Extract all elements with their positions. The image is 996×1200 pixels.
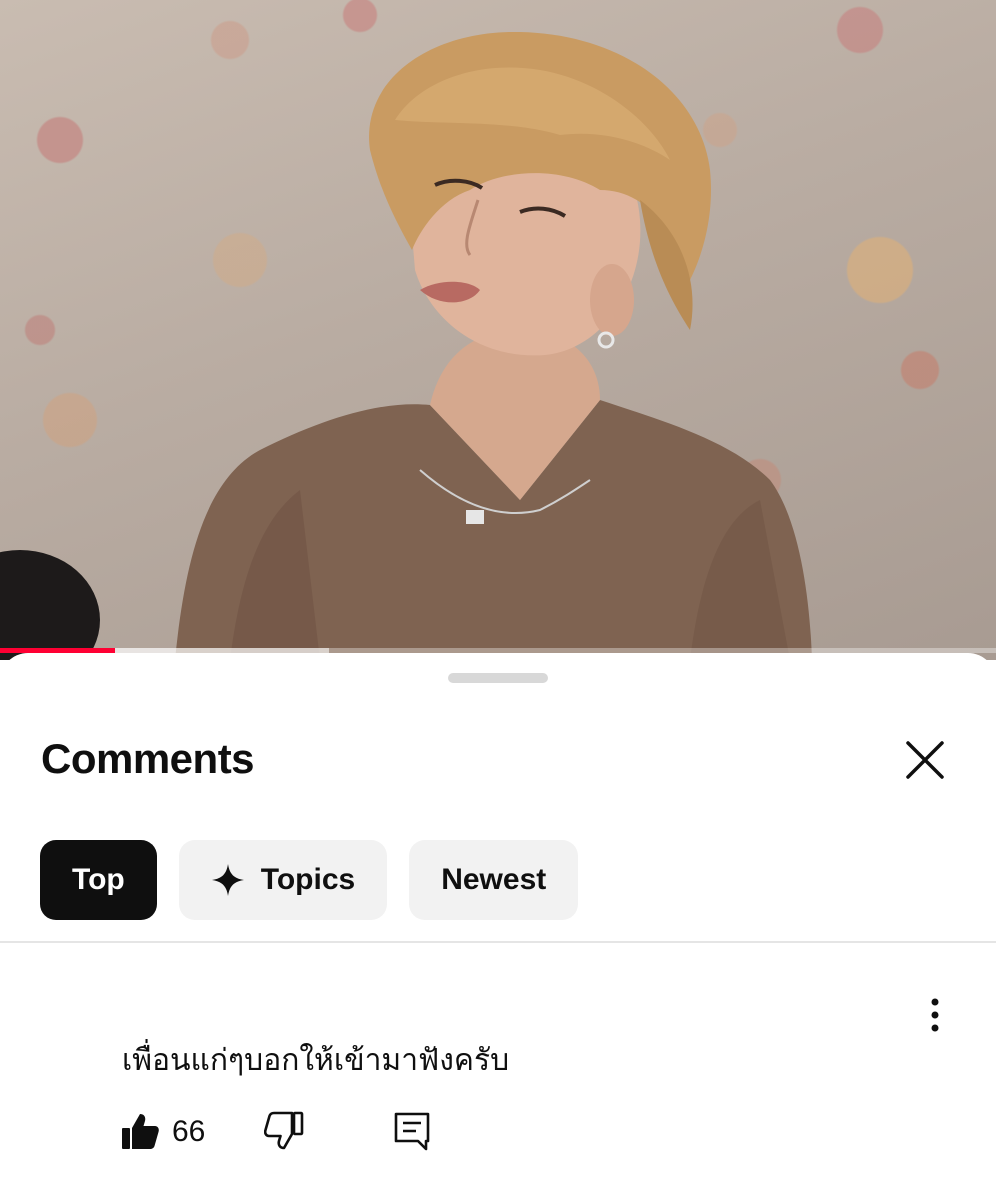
like-count: 66	[172, 1115, 206, 1148]
chip-topics-label: Topics	[260, 863, 356, 896]
thumbs-up-icon	[122, 1114, 159, 1149]
video-player[interactable]	[0, 0, 996, 660]
like-button[interactable]	[120, 1111, 160, 1151]
close-icon	[906, 741, 944, 779]
chip-newest[interactable]: Newest	[409, 840, 579, 920]
sparkle-icon	[211, 863, 245, 897]
comments-title: Comments	[41, 735, 255, 782]
chip-newest-label: Newest	[441, 863, 547, 896]
comments-sheet: Comments Top Topics Newest เพื่อนแก่ๆบอก…	[0, 653, 996, 1200]
comment-text: เพื่อนแก่ๆบอกให้เข้ามาฟังครับ	[122, 1043, 510, 1078]
chip-top[interactable]: Top	[40, 840, 157, 920]
chip-top-label: Top	[72, 863, 125, 896]
video-frame-image	[0, 31, 812, 660]
drag-handle[interactable]	[448, 673, 548, 683]
thumbs-down-icon	[263, 1111, 304, 1150]
dislike-button[interactable]	[263, 1111, 304, 1151]
divider	[0, 941, 996, 943]
comment-more-button[interactable]	[918, 996, 952, 1036]
comment-sort-chips: Top Topics Newest	[40, 840, 579, 920]
reply-button[interactable]	[392, 1111, 432, 1151]
more-vert-icon	[931, 998, 939, 1032]
close-button[interactable]	[900, 735, 950, 785]
chip-topics[interactable]: Topics	[178, 840, 388, 920]
reply-icon	[394, 1112, 430, 1151]
